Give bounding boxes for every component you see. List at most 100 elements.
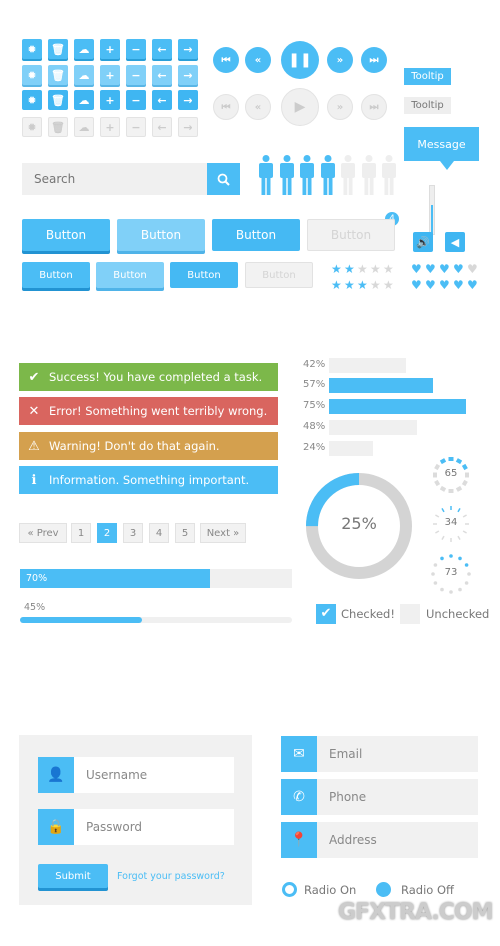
heart-icon[interactable]: ♥ — [411, 262, 422, 276]
arrow-left-button[interactable]: ← — [152, 65, 172, 85]
trash-icon: 🗑 — [51, 120, 65, 134]
submit-button[interactable]: Submit — [38, 864, 108, 888]
heart-icon[interactable]: ♥ — [467, 262, 478, 276]
page-button[interactable]: 2 — [97, 523, 117, 543]
star-icon[interactable]: ★ — [370, 262, 381, 276]
checkbox-checked[interactable]: ✔ — [316, 604, 336, 624]
radio-off[interactable] — [376, 882, 391, 897]
skip-forward-button[interactable]: ⏭ — [361, 94, 387, 120]
page-button[interactable]: 3 — [123, 523, 143, 543]
arrow-right-button[interactable]: → — [178, 90, 198, 110]
cloud-button[interactable]: ☁ — [74, 39, 94, 59]
trash-button[interactable]: 🗑 — [48, 117, 68, 137]
arrow-left-button[interactable]: ← — [152, 117, 172, 137]
rewind-button[interactable]: « — [245, 94, 271, 120]
heart-icon[interactable]: ♥ — [453, 278, 464, 292]
minus-button[interactable]: − — [126, 117, 146, 137]
large-button[interactable]: Button — [117, 219, 205, 251]
arrow-right-button[interactable]: → — [178, 39, 198, 59]
person-icon[interactable] — [279, 155, 295, 199]
person-icon[interactable] — [299, 155, 315, 199]
trash-button[interactable]: 🗑 — [48, 39, 68, 59]
checkbox-label[interactable]: Checked! — [341, 607, 395, 621]
large-button[interactable]: Button — [22, 219, 110, 251]
search-input[interactable] — [22, 163, 207, 195]
star-icon[interactable]: ★ — [357, 262, 368, 276]
heart-icon[interactable]: ♥ — [411, 278, 422, 292]
cloud-button[interactable]: ☁ — [74, 90, 94, 110]
heart-icon[interactable]: ♥ — [439, 262, 450, 276]
small-button[interactable]: Button — [22, 262, 90, 288]
star-icon[interactable]: ★ — [383, 278, 394, 292]
star-icon[interactable]: ★ — [344, 278, 355, 292]
forgot-password-link[interactable]: Forgot your password? — [117, 871, 225, 882]
gear-button[interactable]: ✹ — [22, 117, 42, 137]
star-icon[interactable]: ★ — [357, 278, 368, 292]
plus-button[interactable]: + — [100, 117, 120, 137]
plus-button[interactable]: + — [100, 65, 120, 85]
password-field[interactable]: 🔒 Password — [38, 809, 234, 845]
email-field[interactable]: ✉ Email — [281, 736, 478, 772]
page-button[interactable]: 1 — [71, 523, 91, 543]
star-icon[interactable]: ★ — [344, 262, 355, 276]
person-icon[interactable] — [340, 155, 356, 199]
rewind-button[interactable]: « — [245, 47, 271, 73]
large-button[interactable]: Button — [212, 219, 300, 251]
trash-button[interactable]: 🗑 — [48, 65, 68, 85]
checkbox-label[interactable]: Unchecked — [426, 607, 489, 621]
cloud-button[interactable]: ☁ — [74, 117, 94, 137]
plus-button[interactable]: + — [100, 90, 120, 110]
small-button[interactable]: Button — [96, 262, 164, 288]
volume-up-button[interactable]: 🔊 — [413, 232, 433, 252]
search-button[interactable] — [207, 163, 240, 195]
person-icon[interactable] — [258, 155, 274, 199]
username-field[interactable]: 👤 Username — [38, 757, 234, 793]
person-icon[interactable] — [381, 155, 397, 199]
skip-back-button[interactable]: ⏮ — [213, 47, 239, 73]
arrow-right-button[interactable]: → — [178, 117, 198, 137]
person-icon[interactable] — [320, 155, 336, 199]
fast-forward-button[interactable]: » — [327, 94, 353, 120]
fast-forward-button[interactable]: » — [327, 47, 353, 73]
cloud-button[interactable]: ☁ — [74, 65, 94, 85]
pause-button[interactable]: ❚❚ — [281, 41, 319, 79]
star-icon[interactable]: ★ — [370, 278, 381, 292]
page-button[interactable]: 4 — [149, 523, 169, 543]
heart-icon[interactable]: ♥ — [453, 262, 464, 276]
plus-button[interactable]: + — [100, 39, 120, 59]
next-page-button[interactable]: Next » — [200, 523, 246, 543]
prev-page-button[interactable]: « Prev — [19, 523, 67, 543]
radio-on[interactable] — [282, 882, 297, 897]
small-button[interactable]: Button — [170, 262, 238, 288]
star-icon[interactable]: ★ — [331, 262, 342, 276]
heart-icon[interactable]: ♥ — [425, 262, 436, 276]
heart-icon[interactable]: ♥ — [425, 278, 436, 292]
checkbox-unchecked[interactable] — [400, 604, 420, 624]
volume-slider[interactable] — [429, 185, 435, 235]
gear-button[interactable]: ✹ — [22, 65, 42, 85]
heart-icon[interactable]: ♥ — [439, 278, 450, 292]
arrow-left-button[interactable]: ← — [152, 90, 172, 110]
person-icon[interactable] — [361, 155, 377, 199]
radio-label[interactable]: Radio Off — [401, 883, 454, 897]
pause-button[interactable]: ▶ — [281, 88, 319, 126]
gear-button[interactable]: ✹ — [22, 90, 42, 110]
star-icon[interactable]: ★ — [331, 278, 342, 292]
skip-back-button[interactable]: ⏮ — [213, 94, 239, 120]
minus-button[interactable]: − — [126, 65, 146, 85]
phone-field[interactable]: ✆ Phone — [281, 779, 478, 815]
trash-button[interactable]: 🗑 — [48, 90, 68, 110]
gear-button[interactable]: ✹ — [22, 39, 42, 59]
arrow-left-button[interactable]: ← — [152, 39, 172, 59]
minus-button[interactable]: − — [126, 39, 146, 59]
volume-mute-button[interactable]: ◀ — [445, 232, 465, 252]
arrow-right-button[interactable]: → — [178, 65, 198, 85]
heart-icon[interactable]: ♥ — [467, 278, 478, 292]
rewind-icon: « — [254, 54, 262, 66]
radio-label[interactable]: Radio On — [304, 883, 356, 897]
skip-forward-button[interactable]: ⏭ — [361, 47, 387, 73]
page-button[interactable]: 5 — [175, 523, 195, 543]
address-field[interactable]: 📍 Address — [281, 822, 478, 858]
minus-button[interactable]: − — [126, 90, 146, 110]
star-icon[interactable]: ★ — [383, 262, 394, 276]
